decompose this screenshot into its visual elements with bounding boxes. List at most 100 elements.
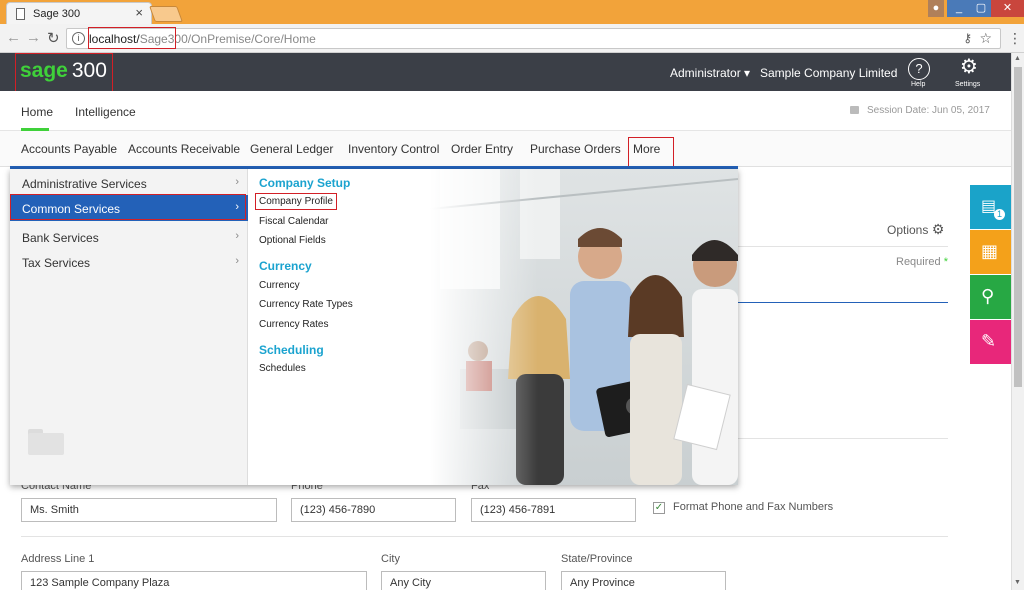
- scroll-up-icon[interactable]: ▲: [1014, 55, 1021, 62]
- lock-icon: [850, 106, 859, 114]
- format-phone-label: Format Phone and Fax Numbers: [673, 501, 834, 513]
- url-rest: /OnPremise/Core/Home: [187, 32, 316, 46]
- session-date: Session Date: Jun 05, 2017: [850, 105, 990, 116]
- tab-intelligence[interactable]: Intelligence: [75, 105, 136, 119]
- link-currency-rate-types[interactable]: Currency Rate Types: [259, 299, 353, 310]
- logo-sage-text: sage: [20, 59, 68, 82]
- options-gear-icon: ⚙: [931, 221, 945, 237]
- submenu-common-services[interactable]: Common Services ›: [10, 195, 248, 221]
- fax-field[interactable]: (123) 456-7891: [471, 498, 636, 522]
- section-currency: Currency: [259, 259, 312, 273]
- divider: [738, 438, 948, 439]
- folder-icon: [28, 429, 64, 455]
- menu-purchase-orders[interactable]: Purchase Orders: [530, 142, 621, 156]
- menu-more[interactable]: More: [633, 142, 660, 156]
- pencil-icon: ✎: [981, 331, 997, 351]
- chevron-right-icon: ›: [235, 230, 239, 242]
- reload-icon[interactable]: ↻: [47, 29, 60, 47]
- page-scrollbar[interactable]: ▲ ▼: [1011, 53, 1024, 590]
- close-window-button[interactable]: ✕: [991, 0, 1024, 17]
- report-tool-button[interactable]: ▦: [970, 230, 1011, 274]
- report-icon: ▦: [981, 241, 999, 261]
- url-path: Sage300: [139, 32, 188, 46]
- required-note: Required *: [896, 256, 948, 268]
- required-text: Required: [896, 256, 941, 268]
- search-tool-button[interactable]: ⚲: [970, 275, 1011, 319]
- chevron-right-icon: ›: [235, 255, 239, 267]
- browser-tab[interactable]: Sage 300 ×: [6, 2, 152, 24]
- menu-order-entry[interactable]: Order Entry: [451, 142, 513, 156]
- forward-icon[interactable]: →: [26, 29, 41, 46]
- new-tab-button[interactable]: [149, 6, 183, 22]
- phone-field[interactable]: (123) 456-7890: [291, 498, 456, 522]
- required-asterisk: *: [943, 256, 948, 268]
- tab-title: Sage 300: [33, 8, 81, 20]
- tab-home[interactable]: Home: [21, 105, 53, 119]
- browser-titlebar: Sage 300 × ● _ ▢ ✕: [0, 0, 1024, 24]
- user-menu[interactable]: Administrator ▾: [670, 66, 750, 80]
- submenu-bank-services[interactable]: Bank Services ›: [10, 224, 248, 250]
- app-header: sage 300 Administrator ▾ Sample Company L…: [0, 53, 1011, 91]
- sage-logo[interactable]: sage 300: [20, 59, 107, 83]
- menu-accounts-receivable[interactable]: Accounts Receivable: [128, 142, 240, 156]
- submenu-administrative-services[interactable]: Administrative Services ›: [10, 170, 248, 196]
- menu-inventory-control[interactable]: Inventory Control: [348, 142, 439, 156]
- state-label: State/Province: [561, 553, 633, 565]
- logo-300-text: 300: [71, 59, 107, 82]
- address-line1-field[interactable]: 123 Sample Company Plaza: [21, 571, 367, 590]
- browser-menu-icon[interactable]: ⋮: [1008, 30, 1022, 47]
- options-label: Options: [887, 223, 929, 237]
- more-dropdown-menu: Administrative Services › Common Services…: [10, 169, 738, 485]
- submenu-tax-services[interactable]: Tax Services ›: [10, 249, 248, 275]
- module-menu: Accounts Payable Accounts Receivable Gen…: [0, 131, 1011, 167]
- minimize-button[interactable]: _: [947, 0, 971, 17]
- key-icon[interactable]: ⚷: [963, 31, 972, 45]
- section-company-setup: Company Setup: [259, 176, 351, 190]
- url-host: localhost/: [89, 32, 140, 46]
- address-line1-label: Address Line 1: [21, 553, 95, 565]
- help-icon[interactable]: ?: [908, 58, 930, 80]
- settings-gear-icon[interactable]: ⚙: [958, 57, 980, 80]
- info-icon[interactable]: i: [72, 32, 85, 45]
- tab-close-icon[interactable]: ×: [135, 5, 143, 20]
- link-currency-rates[interactable]: Currency Rates: [259, 319, 328, 330]
- link-fiscal-calendar[interactable]: Fiscal Calendar: [259, 216, 328, 227]
- chevron-right-icon: ›: [235, 176, 239, 188]
- search-icon: ⚲: [981, 286, 995, 306]
- chevron-right-icon: ›: [235, 201, 239, 213]
- bookmark-star-icon[interactable]: ☆: [979, 30, 992, 47]
- settings-label[interactable]: Settings: [955, 81, 980, 88]
- help-label[interactable]: Help: [911, 81, 925, 88]
- maximize-button[interactable]: ▢: [969, 0, 993, 17]
- city-label: City: [381, 553, 400, 565]
- submenu-label: Administrative Services: [22, 177, 147, 191]
- divider: [21, 536, 948, 537]
- url-text[interactable]: localhost/Sage300/OnPremise/Core/Home: [89, 32, 316, 46]
- options-button[interactable]: Options ⚙: [887, 221, 944, 238]
- page-icon: [16, 8, 25, 20]
- menu-accounts-payable[interactable]: Accounts Payable: [21, 142, 117, 156]
- calendar-tool-button[interactable]: ▤ 1: [970, 185, 1011, 229]
- city-field[interactable]: Any City: [381, 571, 546, 590]
- edit-tool-button[interactable]: ✎: [970, 320, 1011, 364]
- menu-general-ledger[interactable]: General Ledger: [250, 142, 333, 156]
- submenu-label: Bank Services: [22, 231, 99, 245]
- format-phone-checkbox[interactable]: ✓: [653, 502, 665, 514]
- submenu-categories: Administrative Services › Common Services…: [10, 169, 248, 485]
- profile-icon[interactable]: ●: [928, 0, 944, 17]
- company-name[interactable]: Sample Company Limited: [760, 66, 897, 80]
- link-company-profile[interactable]: Company Profile: [259, 196, 333, 207]
- link-schedules[interactable]: Schedules: [259, 363, 306, 374]
- back-icon[interactable]: ←: [6, 29, 21, 46]
- url-field[interactable]: i localhost/Sage300/OnPremise/Core/Home …: [66, 28, 1001, 49]
- link-optional-fields[interactable]: Optional Fields: [259, 235, 326, 246]
- submenu-label: Common Services: [22, 202, 121, 216]
- calendar-badge: 1: [994, 209, 1005, 220]
- section-scheduling: Scheduling: [259, 343, 324, 357]
- scroll-down-icon[interactable]: ▼: [1014, 579, 1021, 586]
- link-currency[interactable]: Currency: [259, 280, 300, 291]
- scroll-thumb[interactable]: [1014, 67, 1022, 387]
- contact-name-field[interactable]: Ms. Smith: [21, 498, 277, 522]
- active-divider: [738, 302, 948, 303]
- state-field[interactable]: Any Province: [561, 571, 726, 590]
